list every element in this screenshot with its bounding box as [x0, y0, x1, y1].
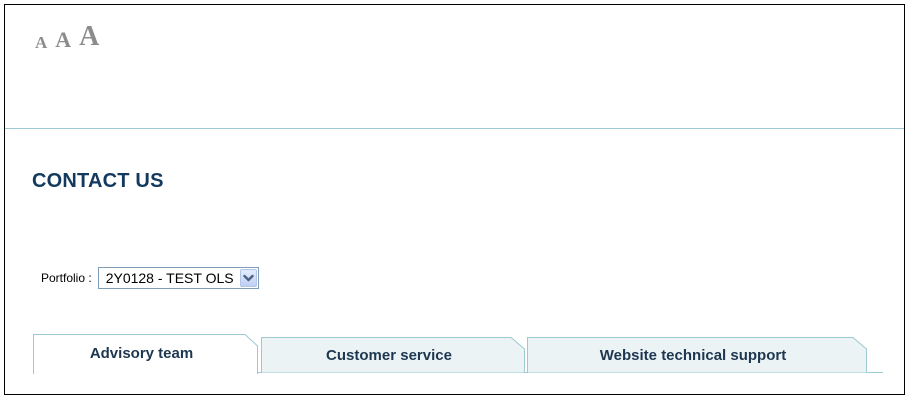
portfolio-label: Portfolio :: [41, 271, 92, 285]
tab-website-technical-support-label: Website technical support: [599, 346, 787, 364]
font-size-small-button[interactable]: A: [35, 34, 47, 51]
tab-customer-service-label: Customer service: [326, 346, 452, 364]
page-frame: A A A CONTACT US Portfolio : 2Y0128 - TE…: [4, 4, 905, 395]
tab-advisory-team-label: Advisory team: [89, 345, 194, 362]
tab-customer-service[interactable]: Customer service: [261, 337, 525, 373]
dropdown-button[interactable]: [239, 269, 257, 287]
tab-advisory-team[interactable]: Advisory team: [33, 334, 258, 374]
portfolio-selected-value: 2Y0128 - TEST OLS: [105, 270, 234, 286]
page-title: CONTACT US: [32, 170, 164, 192]
contact-tabs: Advisory team Customer service Website t…: [33, 334, 883, 376]
font-size-large-button[interactable]: A: [79, 23, 99, 51]
font-size-controls: A A A: [35, 17, 107, 52]
font-size-medium-button[interactable]: A: [55, 29, 71, 51]
portfolio-selector-row: Portfolio : 2Y0128 - TEST OLS: [41, 267, 259, 289]
portfolio-select[interactable]: 2Y0128 - TEST OLS: [97, 267, 259, 289]
tab-website-technical-support[interactable]: Website technical support: [527, 337, 867, 373]
header-divider: [5, 128, 904, 129]
chevron-down-icon: [242, 274, 254, 281]
